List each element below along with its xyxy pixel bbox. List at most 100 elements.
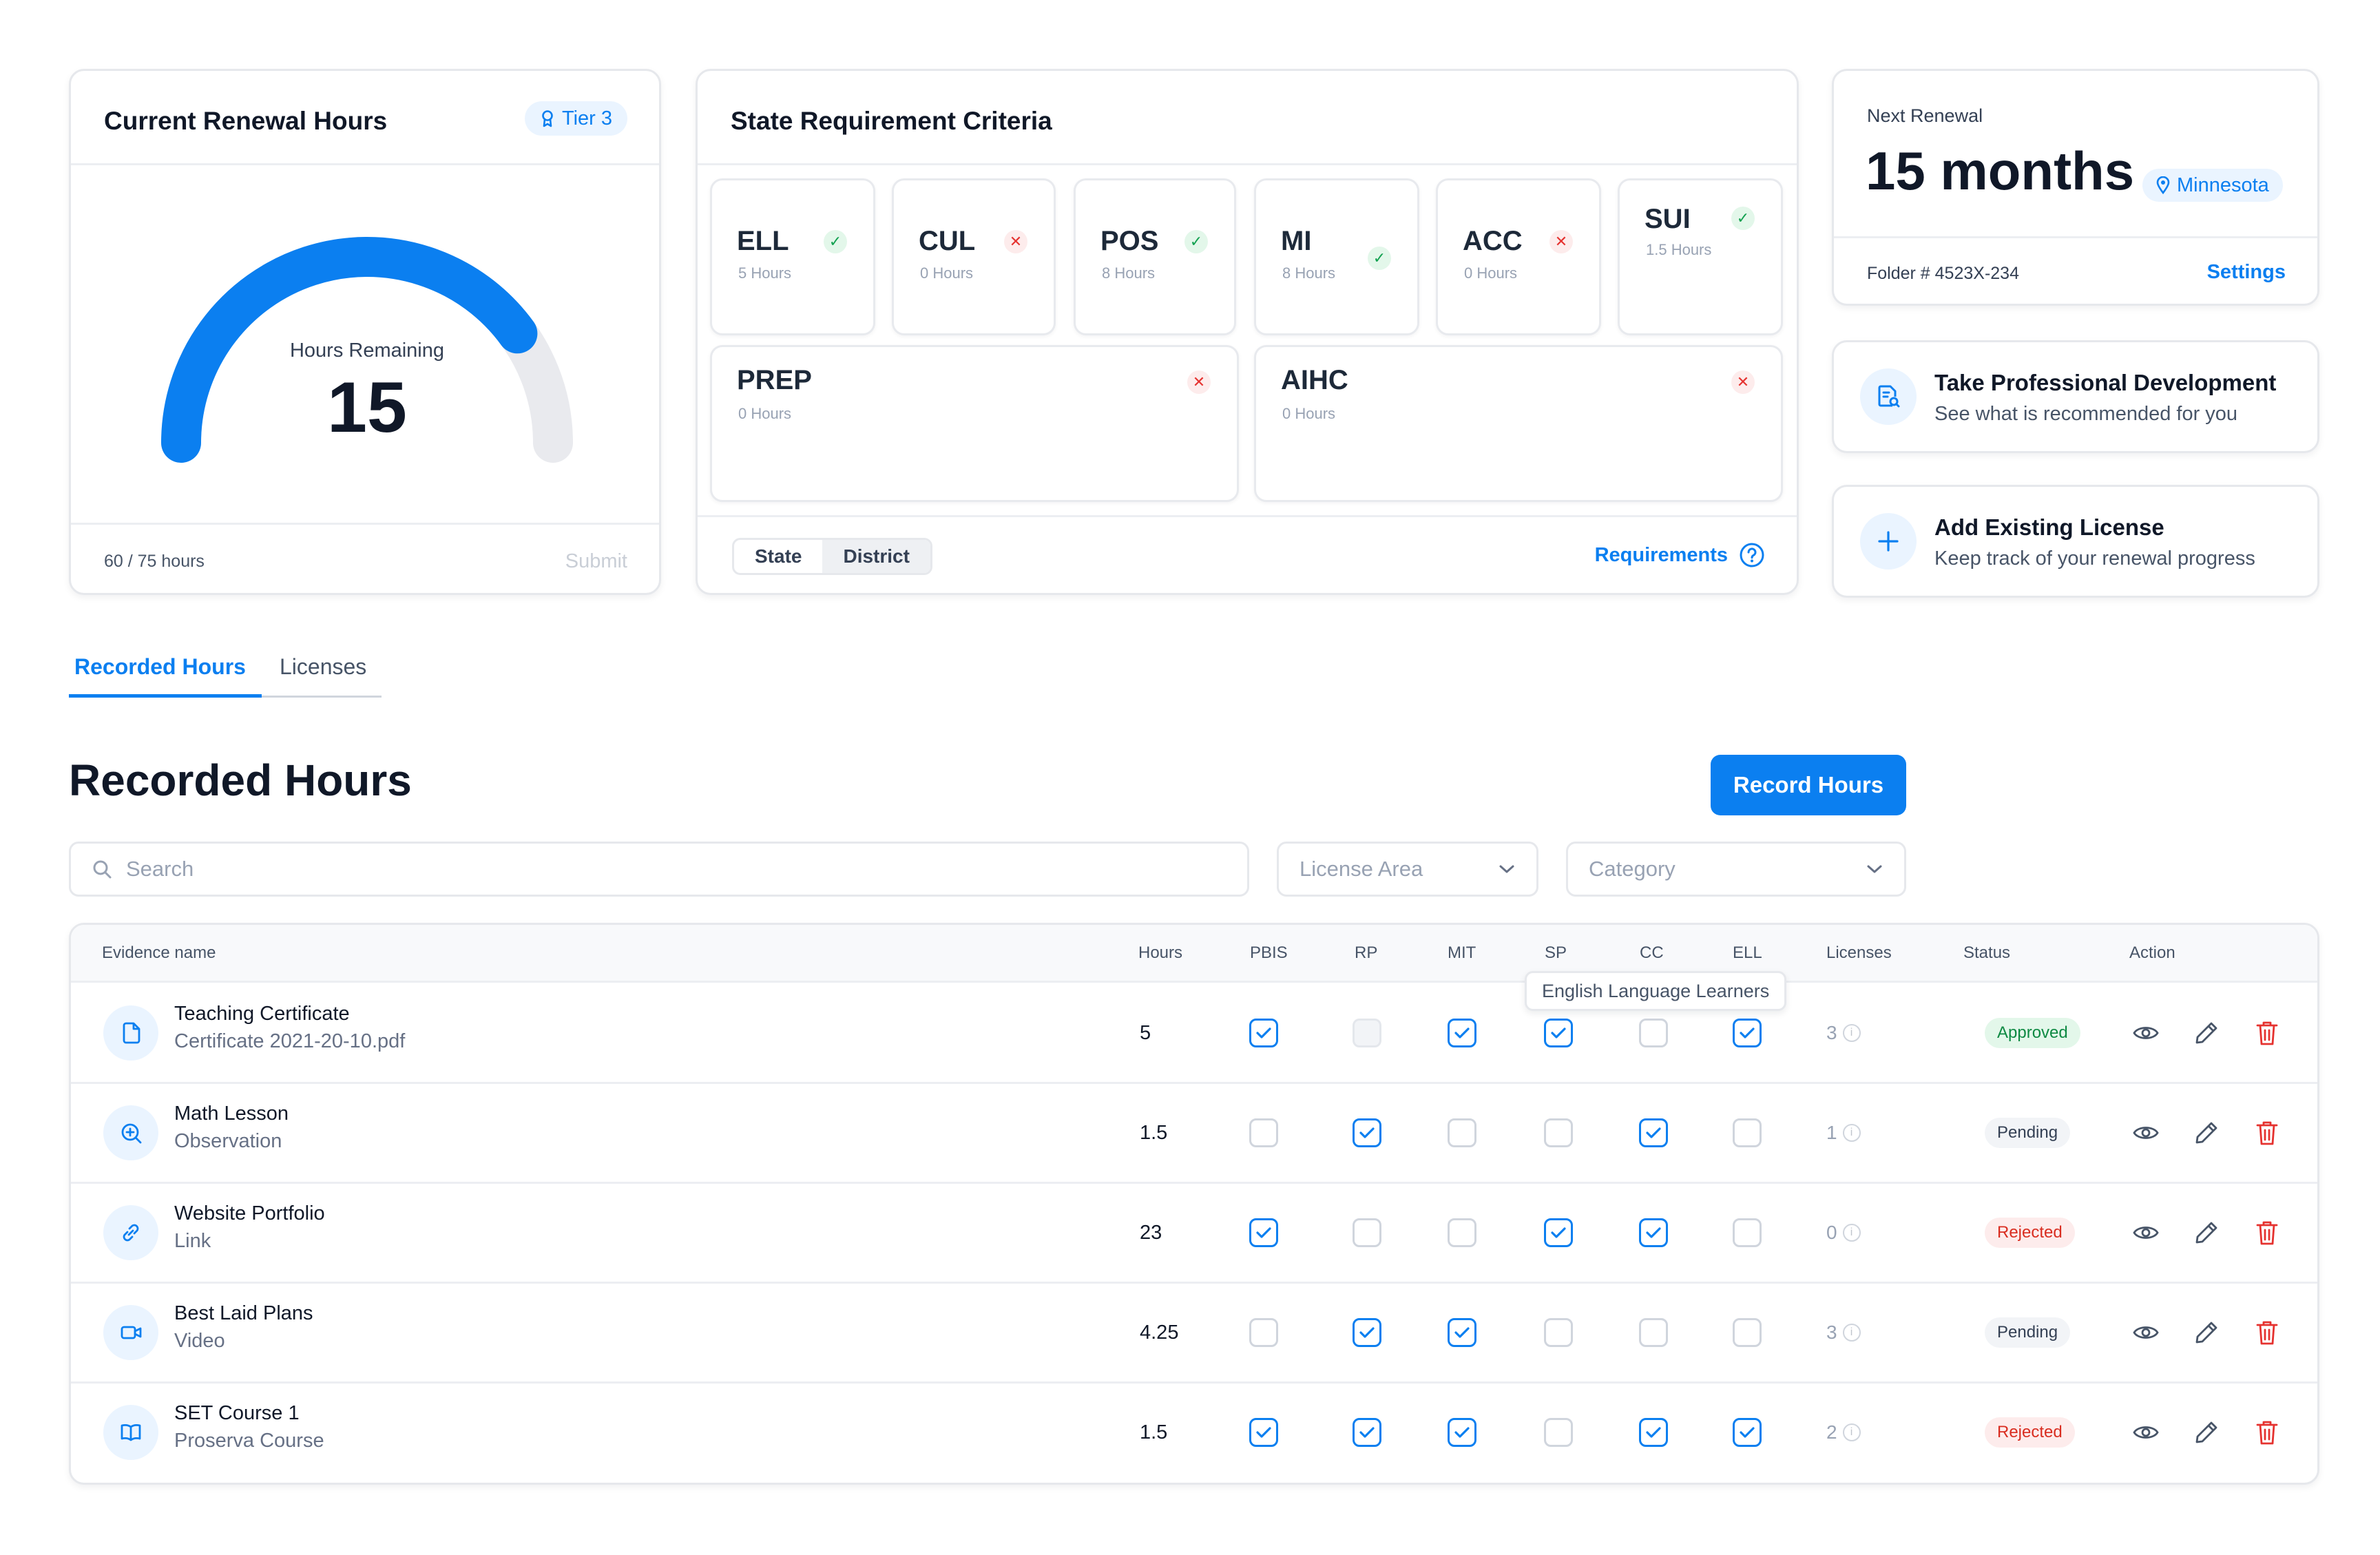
category-checkbox[interactable] — [1448, 1118, 1476, 1147]
criteria-item-pos[interactable]: POS 8 Hours ✓ — [1074, 178, 1236, 335]
delete-button[interactable] — [2252, 1317, 2282, 1348]
view-button[interactable] — [2131, 1018, 2161, 1048]
info-icon[interactable]: i — [1842, 1023, 1861, 1042]
col-ell: ELL — [1733, 943, 1762, 962]
zoom-in-icon-wrap — [103, 1105, 158, 1160]
category-checkbox[interactable] — [1639, 1118, 1668, 1147]
licenses-count: 0 — [1826, 1221, 1837, 1243]
criteria-item-sui[interactable]: SUI 1.5 Hours ✓ — [1618, 178, 1783, 335]
category-checkbox[interactable] — [1733, 1417, 1762, 1447]
category-checkbox[interactable] — [1544, 1018, 1573, 1047]
criteria-item-prep[interactable]: PREP 0 Hours ✕ — [710, 345, 1239, 502]
licenses-count: 2 — [1826, 1421, 1837, 1443]
pd-icon-wrap — [1860, 368, 1917, 425]
criteria-item-acc[interactable]: ACC 0 Hours ✕ — [1436, 178, 1601, 335]
category-checkbox[interactable] — [1544, 1218, 1573, 1247]
trash-icon — [2256, 1021, 2278, 1045]
delete-button[interactable] — [2252, 1118, 2282, 1148]
category-checkbox[interactable] — [1639, 1417, 1668, 1447]
category-checkbox[interactable] — [1353, 1417, 1381, 1447]
category-checkbox[interactable] — [1249, 1018, 1278, 1047]
category-select[interactable]: Category — [1566, 842, 1906, 897]
view-button[interactable] — [2131, 1218, 2161, 1248]
category-checkbox[interactable] — [1639, 1218, 1668, 1247]
license-area-select[interactable]: License Area — [1277, 842, 1538, 897]
active-tab-indicator — [69, 694, 262, 698]
eye-icon — [2133, 1026, 2159, 1039]
divider — [698, 163, 1797, 165]
submit-button[interactable]: Submit — [565, 550, 627, 573]
category-checkbox[interactable] — [1733, 1218, 1762, 1247]
toggle-district[interactable]: District — [822, 540, 930, 573]
edit-button[interactable] — [2191, 1317, 2222, 1348]
delete-button[interactable] — [2252, 1417, 2282, 1448]
category-checkbox[interactable] — [1353, 1317, 1381, 1347]
delete-button[interactable] — [2252, 1218, 2282, 1248]
category-checkbox[interactable] — [1249, 1317, 1278, 1347]
view-button[interactable] — [2131, 1417, 2161, 1448]
info-icon[interactable]: i — [1842, 1123, 1861, 1142]
criteria-item-cul[interactable]: CUL 0 Hours ✕ — [892, 178, 1056, 335]
toggle-state[interactable]: State — [734, 540, 822, 573]
col-action: Action — [2129, 943, 2175, 962]
licenses-count: 3 — [1826, 1321, 1837, 1343]
category-checkbox[interactable] — [1249, 1218, 1278, 1247]
file-icon-wrap — [103, 1005, 158, 1061]
category-checkbox[interactable] — [1249, 1118, 1278, 1147]
row-hours: 5 — [1140, 1021, 1151, 1044]
pencil-icon — [2195, 1122, 2217, 1143]
category-checkbox[interactable] — [1544, 1417, 1573, 1447]
edit-button[interactable] — [2191, 1218, 2222, 1248]
check-icon: ✓ — [1184, 230, 1208, 253]
search-input[interactable]: Search — [69, 842, 1249, 897]
edit-button[interactable] — [2191, 1118, 2222, 1148]
row-licenses: 2i — [1826, 1421, 1861, 1443]
category-checkbox[interactable] — [1733, 1317, 1762, 1347]
criteria-title: State Requirement Criteria — [731, 107, 1052, 135]
edit-button[interactable] — [2191, 1018, 2222, 1048]
license-area-placeholder: License Area — [1299, 857, 1423, 881]
edit-button[interactable] — [2191, 1417, 2222, 1448]
link-icon-wrap — [103, 1204, 158, 1260]
category-checkbox[interactable] — [1639, 1018, 1668, 1047]
view-button[interactable] — [2131, 1118, 2161, 1148]
category-checkbox[interactable] — [1353, 1118, 1381, 1147]
category-checkbox[interactable] — [1544, 1317, 1573, 1347]
info-icon[interactable]: i — [1842, 1323, 1861, 1342]
category-checkbox[interactable] — [1353, 1218, 1381, 1247]
divider — [71, 1282, 2317, 1284]
view-button[interactable] — [2131, 1317, 2161, 1348]
add-license-subtitle: Keep track of your renewal progress — [1934, 547, 2255, 570]
criteria-item-ell[interactable]: ELL 5 Hours ✓ — [710, 178, 875, 335]
category-checkbox[interactable] — [1249, 1417, 1278, 1447]
record-hours-button[interactable]: Record Hours — [1711, 755, 1906, 815]
professional-development-card[interactable]: Take Professional Development See what i… — [1832, 340, 2319, 453]
col-status: Status — [1963, 943, 2011, 962]
category-checkbox[interactable] — [1733, 1118, 1762, 1147]
info-icon[interactable]: i — [1842, 1223, 1861, 1242]
category-checkbox[interactable] — [1448, 1317, 1476, 1347]
delete-button[interactable] — [2252, 1018, 2282, 1048]
category-checkbox[interactable] — [1448, 1018, 1476, 1047]
criteria-item-mi[interactable]: MI 8 Hours ✓ — [1254, 178, 1419, 335]
criteria-item-aihc[interactable]: AIHC 0 Hours ✕ — [1254, 345, 1783, 502]
info-icon[interactable]: i — [1842, 1423, 1861, 1441]
category-checkbox[interactable] — [1733, 1018, 1762, 1047]
file-icon — [123, 1022, 140, 1043]
settings-link[interactable]: Settings — [2207, 261, 2286, 284]
tab-recorded-hours[interactable]: Recorded Hours — [74, 654, 246, 680]
tab-licenses[interactable]: Licenses — [280, 654, 366, 680]
add-license-card[interactable]: Add Existing License Keep track of your … — [1832, 485, 2319, 598]
award-icon — [542, 110, 553, 127]
state-district-toggle[interactable]: State District — [732, 538, 932, 575]
criteria-hours: 8 Hours — [1282, 264, 1336, 282]
category-checkbox[interactable] — [1639, 1317, 1668, 1347]
eye-icon — [2133, 1226, 2159, 1239]
category-checkbox[interactable] — [1448, 1218, 1476, 1247]
category-checkbox[interactable] — [1544, 1118, 1573, 1147]
requirements-link[interactable]: Requirements — [1595, 542, 1765, 568]
search-placeholder: Search — [126, 857, 194, 881]
chevron-down-icon — [1499, 865, 1514, 873]
eye-icon — [2133, 1126, 2159, 1139]
category-checkbox[interactable] — [1448, 1417, 1476, 1447]
